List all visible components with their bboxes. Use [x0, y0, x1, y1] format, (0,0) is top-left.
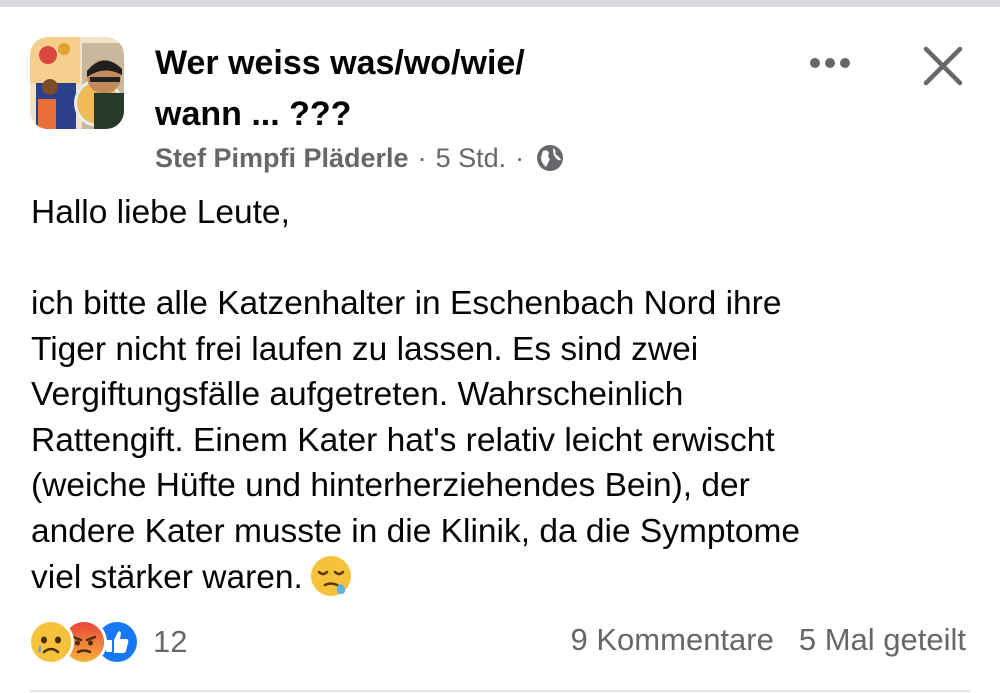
reactions-summary[interactable]: 12: [28, 618, 187, 666]
more-options-button[interactable]: [805, 48, 855, 78]
close-button[interactable]: [918, 41, 968, 91]
footer-divider: [30, 690, 970, 692]
close-icon: [923, 46, 963, 86]
group-title[interactable]: Wer weiss was/wo/wie/ wann ... ???: [155, 38, 675, 140]
post-text-content: ich bitte alle Katzenhalter in Eschenbac…: [31, 285, 801, 596]
post-meta: Stef Pimpfi Pläderle · 5 Std. ·: [155, 140, 565, 176]
meta-separator: ·: [417, 142, 427, 173]
sad-reaction-icon: [28, 619, 74, 665]
post-text: ich bitte alle Katzenhalter in Eschenbac…: [31, 281, 981, 601]
globe-icon: [535, 143, 565, 173]
sleepy-face-icon: [309, 554, 353, 598]
author-name[interactable]: Stef Pimpfi Pläderle: [155, 143, 409, 174]
more-dots-icon: [810, 58, 850, 68]
group-avatar[interactable]: [30, 37, 124, 129]
top-divider: [0, 0, 1000, 7]
post-body: Hallo liebe Leute, ich bitte alle Katzen…: [31, 190, 981, 601]
meta-separator: ·: [515, 142, 525, 173]
comments-count-link[interactable]: 9 Kommentare: [571, 622, 774, 658]
post-time[interactable]: 5 Std.: [436, 143, 507, 174]
shares-count-link[interactable]: 5 Mal geteilt: [799, 622, 966, 658]
reaction-count: 12: [153, 624, 188, 659]
post-greeting: Hallo liebe Leute,: [31, 194, 290, 231]
post-stats: 9 Kommentare 5 Mal geteilt: [571, 622, 966, 658]
